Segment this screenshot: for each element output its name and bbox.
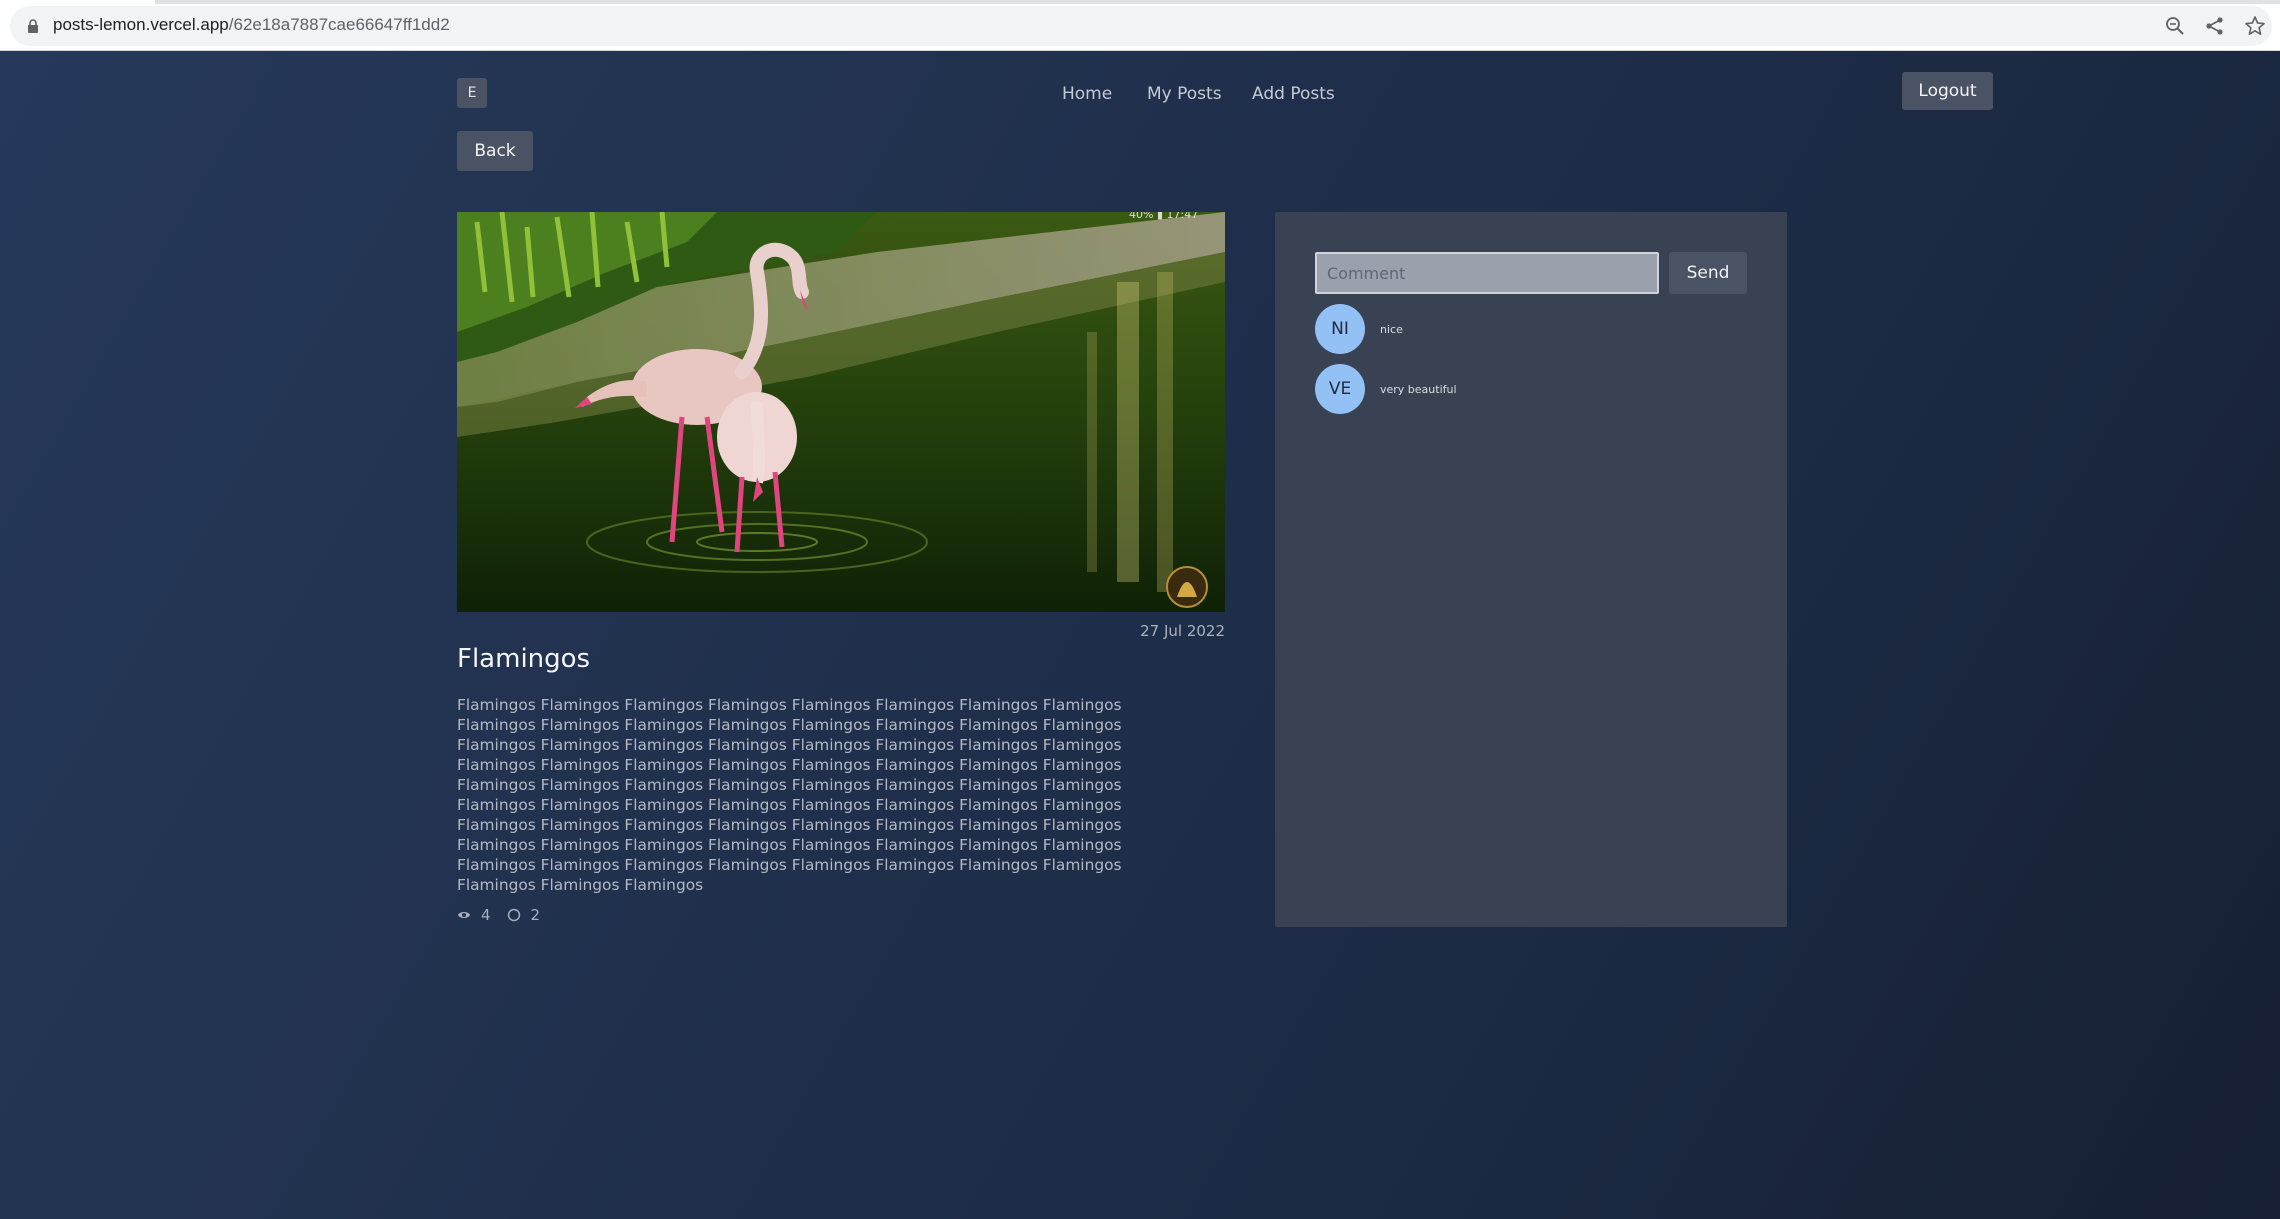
views-count: 4	[481, 906, 491, 924]
avatar: NI	[1315, 304, 1365, 354]
lock-icon[interactable]	[27, 19, 39, 33]
post-image: 40% ▮ 17:47	[457, 212, 1225, 612]
post-body: Flamingos Flamingos Flamingos Flamingos …	[457, 696, 1122, 894]
comment-input[interactable]	[1315, 252, 1659, 294]
post-title: Flamingos	[457, 644, 591, 674]
browser-toolbar: posts-lemon.vercel.app/62e18a7887cae6664…	[0, 0, 2280, 51]
svg-text:40% ▮ 17:47: 40% ▮ 17:47	[1129, 212, 1198, 221]
share-icon[interactable]	[2204, 15, 2226, 37]
comment-item: NI nice	[1315, 304, 1403, 354]
post-stats: 4 2	[457, 905, 540, 925]
bookmark-star-icon[interactable]	[2244, 15, 2266, 37]
url-host: posts-lemon.vercel.app	[53, 15, 229, 34]
zoom-icon[interactable]	[2164, 15, 2186, 37]
comment-text: nice	[1380, 322, 1403, 336]
url-text[interactable]: posts-lemon.vercel.app/62e18a7887cae6664…	[53, 15, 450, 35]
post-date: 27 Jul 2022	[1140, 622, 1225, 640]
comment-item: VE very beautiful	[1315, 364, 1457, 414]
tab-strip	[0, 0, 2280, 4]
comments-panel: Send NI nice VE very beautiful	[1275, 212, 1787, 927]
back-button[interactable]: Back	[457, 131, 533, 171]
avatar: VE	[1315, 364, 1365, 414]
comment-text: very beautiful	[1380, 382, 1457, 396]
comment-icon	[507, 908, 520, 922]
eye-icon	[458, 912, 470, 918]
nav-my-posts[interactable]: My Posts	[1147, 84, 1222, 104]
url-path: /62e18a7887cae66647ff1dd2	[228, 15, 450, 34]
nav-home[interactable]: Home	[1062, 84, 1112, 104]
comments-count: 2	[530, 906, 541, 924]
send-button[interactable]: Send	[1669, 252, 1747, 294]
flamingo-photo: 40% ▮ 17:47	[457, 212, 1225, 612]
page: E Home My Posts Add Posts Logout Back 40…	[0, 51, 2280, 1219]
nav-add-posts[interactable]: Add Posts	[1252, 84, 1335, 104]
logout-button[interactable]: Logout	[1902, 72, 1993, 110]
logo-badge[interactable]: E	[457, 78, 487, 108]
